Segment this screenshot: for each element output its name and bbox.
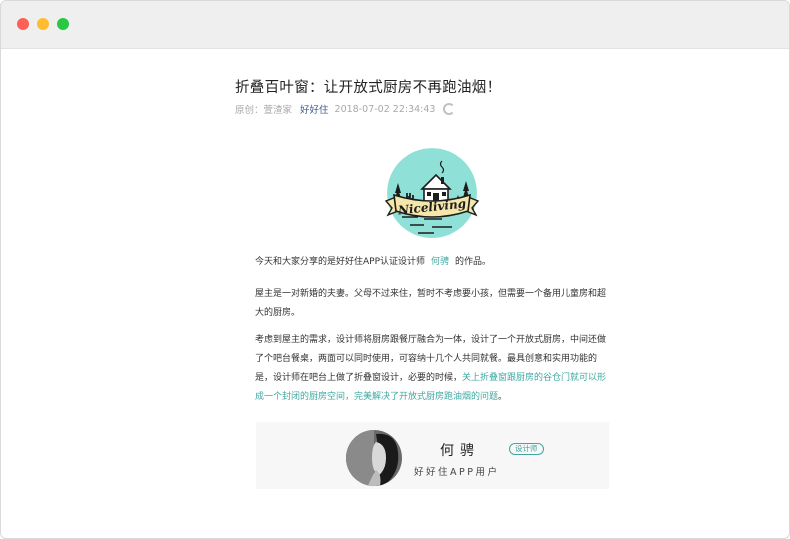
loading-icon — [443, 103, 456, 115]
designer-link[interactable]: 何骋 — [431, 257, 449, 267]
owner-paragraph: 屋主是一对新婚的夫妻。父母不过来住，暂时不考虑要小孩，但需要一个备用儿童房和超大… — [255, 289, 607, 318]
design-paragraph: 考虑到屋主的需求，设计师将厨房跟餐厅融合为一体，设计了一个开放式厨房，中间还做了… — [255, 335, 607, 402]
niceliving-logo: Niceliving — [384, 145, 480, 241]
designer-badge: 设计师 — [509, 443, 544, 455]
close-window-button[interactable] — [17, 18, 29, 30]
intro-paragraph: 今天和大家分享的是好好住APP认证设计师 何骋 的作品。 — [255, 257, 492, 267]
designer-avatar[interactable] — [346, 430, 402, 486]
article-title: 折叠百叶窗：让开放式厨房不再跑油烟！ — [235, 80, 502, 96]
user-type-label: 好好住APP用户 — [414, 467, 500, 478]
designer-name: 何骋 — [440, 443, 480, 459]
article-meta: 原创：萱渣家 好好住 2018-07-02 22:34:43 — [235, 102, 461, 116]
maximize-window-button[interactable] — [57, 18, 69, 30]
browser-window: 折叠百叶窗：让开放式厨房不再跑油烟！ 原创：萱渣家 好好住 2018-07-02… — [0, 0, 790, 539]
source-link[interactable]: 好好住 — [300, 102, 329, 116]
title-bar — [1, 1, 789, 49]
publish-datetime: 2018-07-02 22:34:43 — [334, 103, 436, 115]
author-name[interactable]: 萱渣家 — [264, 105, 293, 116]
designer-card[interactable]: 何骋 设计师 好好住APP用户 — [256, 422, 609, 489]
original-label: 原创：萱渣家 — [235, 105, 293, 116]
article-content: 折叠百叶窗：让开放式厨房不再跑油烟！ 原创：萱渣家 好好住 2018-07-02… — [1, 49, 789, 538]
minimize-window-button[interactable] — [37, 18, 49, 30]
